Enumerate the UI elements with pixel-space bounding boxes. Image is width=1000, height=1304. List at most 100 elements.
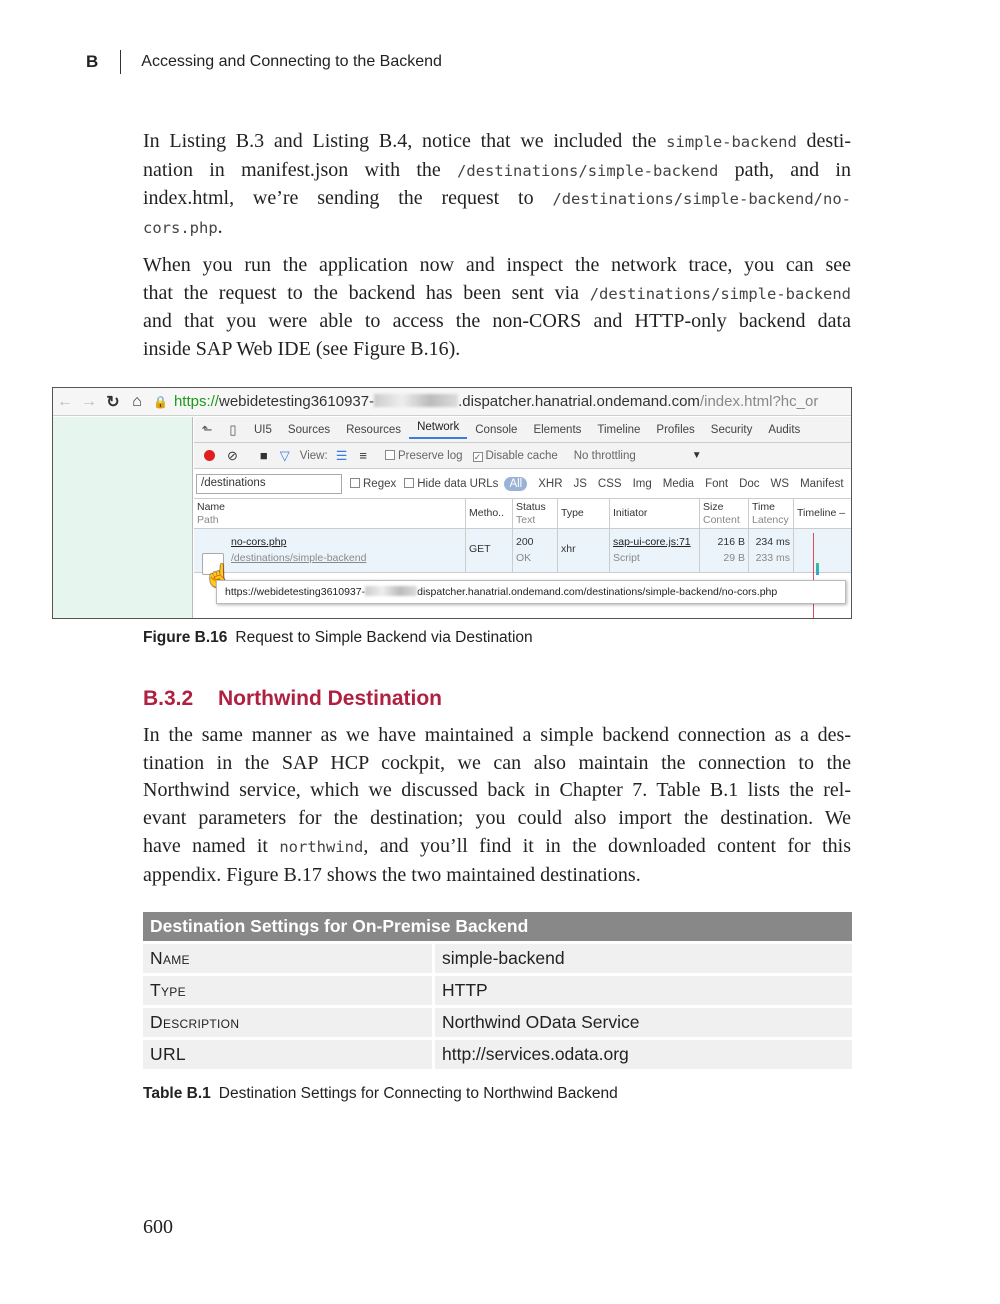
inline-code: /destinations/simple-backend [457, 161, 719, 180]
timeline-marker [813, 533, 814, 618]
cell-name: no-cors.php/destinations/simple-backend [194, 529, 466, 572]
tooltip-url: dispatcher.hanatrial.ondemand.com/destin… [417, 586, 778, 598]
device-mode-icon[interactable]: ▯ [220, 422, 246, 438]
text: , and you’ll find it in the downloaded c… [363, 834, 851, 857]
request-name[interactable]: no-cors.php [231, 534, 462, 550]
time-value: 234 ms [755, 536, 790, 548]
section-heading: B.3.2 Northwind Destination [143, 687, 442, 711]
list-view-icon[interactable]: ☰ [336, 448, 348, 464]
chevron-down-icon[interactable]: ▼ [692, 450, 702, 461]
chapter-letter: B [86, 52, 99, 71]
cell-method: GET [466, 529, 513, 572]
tab-profiles[interactable]: Profiles [648, 424, 702, 436]
col-initiator[interactable]: Initiator [610, 499, 700, 528]
tab-security[interactable]: Security [703, 424, 761, 436]
timeline-waterfall-bar [816, 563, 819, 575]
filter-ws[interactable]: WS [771, 478, 790, 490]
content-size-value: 29 B [723, 552, 745, 564]
destination-settings-table: Destination Settings for On-Premise Back… [143, 909, 852, 1072]
table-header: Destination Settings for On-Premise Back… [143, 912, 852, 941]
col-method[interactable]: Metho.. [466, 499, 513, 528]
clear-icon[interactable]: ⊘ [227, 448, 238, 464]
tab-console[interactable]: Console [467, 424, 525, 436]
col-time[interactable]: Time Latency [749, 499, 794, 528]
hide-data-urls-checkbox[interactable]: Hide data URLs [404, 477, 499, 490]
col-timeline[interactable]: Timeline – [794, 499, 851, 528]
initiator-link[interactable]: sap-ui-core.js:71 [613, 534, 696, 550]
camera-icon[interactable]: ■ [260, 448, 268, 463]
home-icon[interactable]: ⌂ [125, 393, 149, 411]
col-size[interactable]: Size Content [700, 499, 749, 528]
forward-arrow-icon[interactable]: → [77, 393, 101, 411]
url-host: .dispatcher.hanatrial.ondemand.com [458, 393, 700, 410]
text: have named it [143, 834, 280, 857]
filter-doc[interactable]: Doc [739, 478, 759, 490]
disable-cache-checkbox[interactable]: ✓ Disable cache [472, 450, 558, 462]
back-arrow-icon[interactable]: ← [53, 393, 77, 411]
tab-ui5[interactable]: UI5 [246, 424, 280, 436]
initiator-type: Script [613, 552, 640, 564]
text: desti- [796, 130, 851, 152]
tab-audits[interactable]: Audits [760, 424, 808, 436]
filter-input[interactable]: /destinations [196, 473, 342, 494]
tab-resources[interactable]: Resources [338, 424, 409, 436]
filter-font[interactable]: Font [705, 478, 728, 490]
network-filter-bar: /destinations Regex Hide data URLs All X… [194, 469, 851, 499]
filter-img[interactable]: Img [633, 478, 652, 490]
devtools-panel: ⬑ ▯ UI5 Sources Resources Network Consol… [194, 417, 851, 618]
setting-key: URL [143, 1040, 435, 1069]
throttling-select[interactable]: No throttling [574, 450, 636, 462]
tab-timeline[interactable]: Timeline [589, 424, 648, 436]
reload-icon[interactable]: ↻ [101, 392, 125, 412]
text: . [217, 216, 223, 239]
setting-value: Northwind OData Service [435, 1008, 852, 1037]
table-row[interactable]: no-cors.php/destinations/simple-backend … [194, 529, 851, 573]
filter-manifest[interactable]: Manifest [800, 478, 843, 490]
tab-sources[interactable]: Sources [280, 424, 338, 436]
filter-js[interactable]: JS [574, 478, 587, 490]
section-title: Northwind Destination [218, 687, 442, 710]
overview-icon[interactable]: ≡ [359, 448, 367, 463]
size-value: 216 B [717, 536, 745, 548]
col-type[interactable]: Type [558, 499, 610, 528]
filter-media[interactable]: Media [663, 478, 694, 490]
status-code: 200 [516, 536, 534, 548]
cell-time: 234 ms 233 ms [749, 529, 794, 572]
record-icon[interactable] [204, 450, 215, 461]
paragraph-2: When you run the application now and ins… [143, 252, 851, 364]
section-number: B.3.2 [143, 687, 194, 710]
app-preview-pane [53, 417, 193, 618]
text-line: Northwind service, which we discussed ba… [143, 779, 851, 802]
preserve-log-checkbox[interactable]: Preserve log [384, 449, 463, 462]
inspect-icon[interactable]: ⬑ [194, 422, 220, 438]
chapter-title: Accessing and Connecting to the Backend [141, 53, 442, 70]
tooltip-url: https://webidetesting3610937- [225, 586, 366, 598]
url-path: /index.html?hc_or [699, 393, 819, 410]
status-text: OK [516, 552, 532, 564]
redacted-text [365, 586, 418, 596]
text-line: appendix. Figure B.17 shows the two main… [143, 863, 641, 886]
regex-checkbox[interactable]: Regex [350, 477, 396, 490]
tab-network[interactable]: Network [409, 421, 468, 439]
url-tooltip: https://webidetesting3610937- dispatcher.… [216, 580, 846, 604]
text: index.html, we’re sending the request to [143, 187, 553, 210]
url-host: webidetesting3610937- [218, 393, 375, 410]
cell-size: 216 B 29 B [700, 529, 749, 572]
col-status[interactable]: Status Text [513, 499, 558, 528]
filter-icon[interactable]: ▽ [280, 448, 290, 464]
table-row: Type HTTP [143, 976, 852, 1005]
figure-screenshot: ← → ↻ ⌂ 🔒 https://webidetesting3610937-.… [52, 387, 852, 619]
url-field[interactable]: https://webidetesting3610937- .dispatcher… [174, 393, 818, 410]
text-line: evant parameters for the destination; yo… [143, 807, 851, 830]
tab-elements[interactable]: Elements [525, 424, 589, 436]
filter-css[interactable]: CSS [598, 478, 622, 490]
inline-code: simple-backend [666, 133, 797, 151]
table-caption-text: Destination Settings for Connecting to N… [218, 1085, 618, 1102]
setting-value: HTTP [435, 976, 852, 1005]
hide-data-urls-label: Hide data URLs [417, 477, 499, 490]
col-status-text-label: Text [516, 514, 536, 526]
view-label: View: [299, 449, 328, 462]
filter-xhr[interactable]: XHR [538, 478, 562, 490]
col-name[interactable]: Name Path [194, 499, 466, 528]
filter-all-button[interactable]: All [504, 476, 528, 491]
